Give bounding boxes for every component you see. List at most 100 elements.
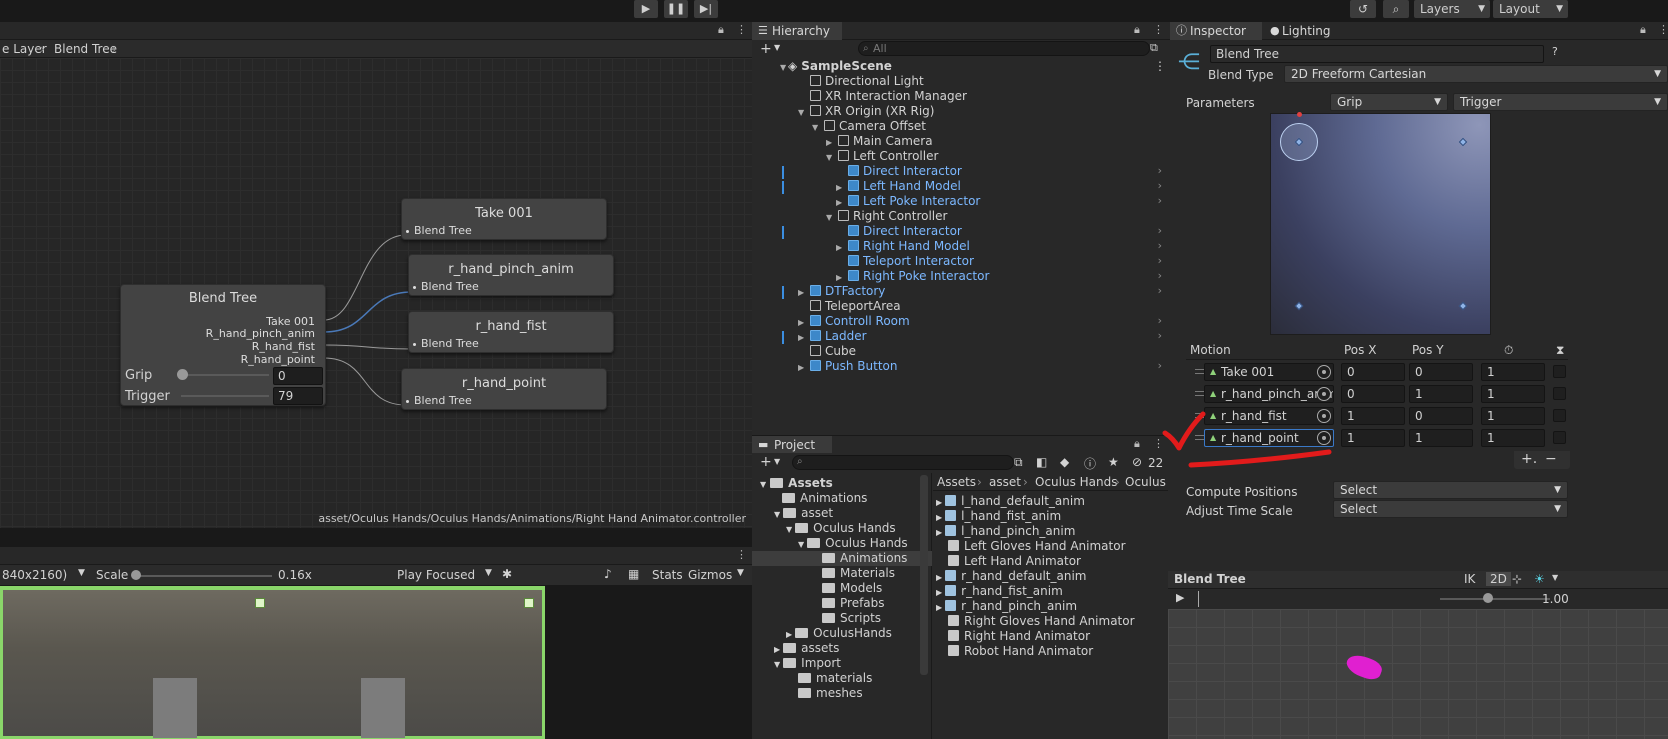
game-viewport[interactable]: [0, 586, 545, 739]
motion-node-point[interactable]: r_hand_point Blend Tree: [401, 368, 607, 410]
pivot-icon[interactable]: ⊹: [1512, 572, 1522, 586]
chevron-right-icon[interactable]: ›: [1158, 284, 1162, 297]
folder-item[interactable]: Materials: [822, 566, 895, 581]
chevron-right-icon[interactable]: ›: [1158, 254, 1162, 267]
hierarchy-item[interactable]: ▶ Controll Room: [798, 314, 910, 329]
hierarchy-item[interactable]: ▶ Right Hand Model: [836, 239, 970, 254]
help-icon[interactable]: ?: [1552, 45, 1558, 58]
hierarchy-item[interactable]: Cube: [810, 344, 856, 359]
play-focused-dropdown[interactable]: Play Focused: [397, 568, 475, 582]
speed-slider-handle[interactable]: [1483, 593, 1493, 603]
trigger-slider-track[interactable]: [181, 395, 269, 397]
info-icon[interactable]: ⓘ: [1084, 455, 1096, 472]
undo-history-icon[interactable]: ↺: [1350, 0, 1376, 18]
label-icon[interactable]: ◆: [1060, 455, 1069, 469]
chevron-right-icon[interactable]: ›: [1158, 314, 1162, 327]
bug-icon[interactable]: ✱: [502, 567, 512, 581]
breadcrumb-item[interactable]: Assets: [937, 475, 976, 489]
folder-item[interactable]: ▼ Assets: [760, 476, 833, 491]
play-button[interactable]: ▶: [634, 0, 658, 18]
mirror-checkbox[interactable]: [1553, 365, 1566, 378]
speed-field[interactable]: 1: [1481, 429, 1545, 447]
pos-x-field[interactable]: 1: [1341, 429, 1405, 447]
hidden-packages-icon[interactable]: ⊘: [1132, 455, 1142, 469]
motion-node-fist[interactable]: r_hand_fist Blend Tree: [408, 311, 614, 353]
grip-slider-track[interactable]: [181, 374, 269, 376]
asset-item[interactable]: ▶ r_hand_default_anim: [936, 569, 1086, 584]
folder-item[interactable]: ▶ assets: [774, 641, 839, 656]
asset-item[interactable]: ▶ l_hand_default_anim: [936, 494, 1085, 509]
chevron-down-icon[interactable]: ▼: [774, 43, 780, 52]
param-y-dropdown[interactable]: Trigger ▼: [1453, 93, 1668, 111]
folder-item[interactable]: Models: [822, 581, 882, 596]
hierarchy-item[interactable]: ▶ Ladder: [798, 329, 867, 344]
chevron-right-icon[interactable]: ›: [1158, 329, 1162, 342]
hierarchy-item[interactable]: Teleport Interactor: [848, 254, 974, 269]
search-by-type-icon[interactable]: ⧉: [1014, 455, 1023, 470]
blend-type-dropdown[interactable]: 2D Freeform Cartesian ▼: [1284, 65, 1668, 83]
hierarchy-item[interactable]: ▶ Left Poke Interactor: [836, 194, 980, 209]
project-search-input[interactable]: ⌕: [792, 455, 1014, 470]
motion-node-take-001[interactable]: Take 001 Blend Tree: [401, 198, 607, 240]
corner-handle[interactable]: [524, 598, 534, 608]
chevron-down-icon[interactable]: ▼: [774, 457, 780, 466]
folder-item[interactable]: ▶ OculusHands: [786, 626, 892, 641]
pos-y-field[interactable]: 1: [1409, 385, 1473, 403]
tab-project[interactable]: ▬ Project: [752, 436, 832, 454]
chevron-down-icon[interactable]: ▼: [78, 568, 85, 578]
chevron-right-icon[interactable]: ›: [1158, 224, 1162, 237]
hierarchy-item[interactable]: ▶ Right Poke Interactor: [836, 269, 989, 284]
chevron-down-icon[interactable]: ▼: [1552, 573, 1558, 582]
kebab-menu-icon[interactable]: ⋮: [1153, 23, 1164, 36]
motion-field[interactable]: ▲ r_hand_pinch_anim: [1204, 385, 1334, 403]
asset-item[interactable]: ▶ l_hand_pinch_anim: [936, 524, 1075, 539]
pos-y-field[interactable]: 0: [1409, 407, 1473, 425]
kebab-menu-icon[interactable]: ⋮: [1154, 59, 1166, 74]
folder-item[interactable]: ▼ Import: [774, 656, 841, 671]
chevron-right-icon[interactable]: ›: [1158, 164, 1162, 177]
add-icon[interactable]: +: [760, 41, 772, 57]
scene-filter-icon[interactable]: ⧉: [1150, 41, 1158, 55]
hierarchy-item[interactable]: Directional Light: [810, 74, 924, 89]
add-icon[interactable]: +: [760, 454, 772, 470]
chevron-right-icon[interactable]: ›: [1158, 179, 1162, 192]
motion-node-pinch[interactable]: r_hand_pinch_anim Blend Tree: [408, 254, 614, 296]
grip-value-field[interactable]: 0: [273, 367, 323, 385]
search-icon[interactable]: ⌕: [1383, 0, 1409, 18]
tab-lighting[interactable]: ● Lighting: [1264, 22, 1354, 40]
hierarchy-item[interactable]: XR Interaction Manager: [810, 89, 967, 104]
pos-x-field[interactable]: 0: [1341, 363, 1405, 381]
kebab-menu-icon[interactable]: ⋮: [736, 23, 747, 36]
pause-button[interactable]: ❚❚: [664, 0, 688, 18]
motion-field[interactable]: ▲ Take 001: [1204, 363, 1334, 381]
tab-inspector[interactable]: ⓘ Inspector: [1170, 22, 1262, 40]
asset-item[interactable]: Right Gloves Hand Animator: [948, 614, 1135, 629]
hierarchy-item[interactable]: TeleportArea: [810, 299, 901, 314]
trigger-value-field[interactable]: 79: [273, 387, 323, 405]
hierarchy-item[interactable]: ▼ XR Origin (XR Rig): [798, 104, 934, 119]
motion-point[interactable]: [1458, 137, 1468, 147]
lock-icon[interactable]: 🔒︎: [718, 23, 724, 37]
blend-space-preview[interactable]: [1270, 112, 1491, 335]
hierarchy-item[interactable]: ▼ Left Controller: [826, 149, 938, 164]
folder-item-selected[interactable]: Animations: [752, 551, 932, 566]
play-preview-button[interactable]: ▶: [1176, 591, 1184, 604]
resolution-dropdown[interactable]: 840x2160): [2, 568, 67, 582]
2d-toggle[interactable]: 2D: [1486, 572, 1511, 586]
hierarchy-item[interactable]: ▶ DTFactory: [798, 284, 885, 299]
speed-slider-track[interactable]: [1440, 598, 1550, 600]
remove-motion-button[interactable]: −: [1545, 451, 1557, 467]
chevron-right-icon[interactable]: ›: [1158, 269, 1162, 282]
audio-mute-icon[interactable]: ♪: [604, 567, 612, 581]
step-button[interactable]: ▶|: [694, 0, 718, 18]
folder-item[interactable]: materials: [798, 671, 872, 686]
hierarchy-item[interactable]: Direct Interactor: [848, 164, 962, 179]
chevron-right-icon[interactable]: ›: [1158, 194, 1162, 207]
pos-y-field[interactable]: 0: [1409, 363, 1473, 381]
hierarchy-item[interactable]: ▼ Camera Offset: [812, 119, 926, 134]
motion-point[interactable]: [1294, 301, 1304, 311]
hierarchy-search-input[interactable]: ⌕ All: [858, 41, 1150, 56]
scale-slider-handle[interactable]: [131, 570, 141, 580]
breadcrumb-blend-tree[interactable]: Blend Tree: [54, 42, 117, 56]
chevron-right-icon[interactable]: ›: [1158, 359, 1162, 372]
